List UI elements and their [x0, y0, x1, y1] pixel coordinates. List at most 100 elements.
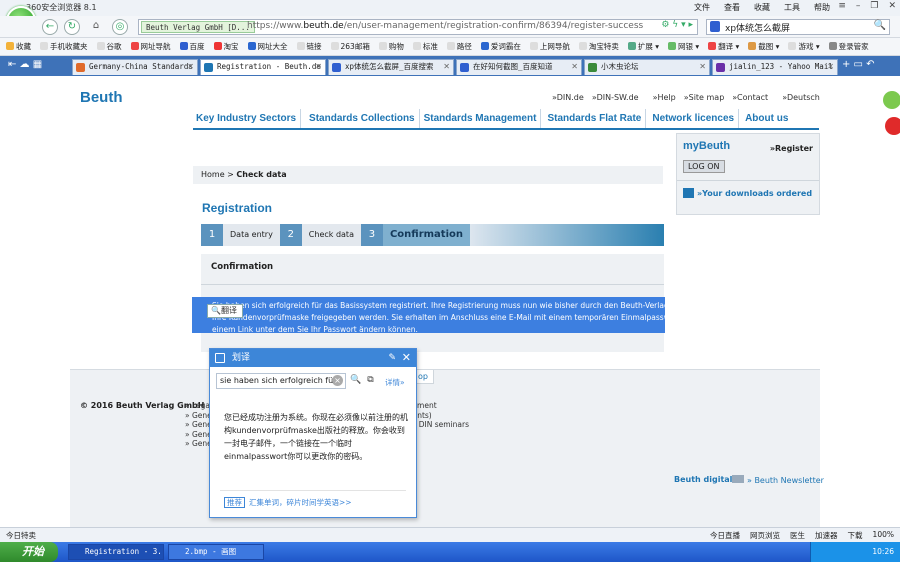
clock: 10:26 [872, 547, 894, 556]
status-deals[interactable]: 今日特卖 [6, 530, 36, 541]
bookmark-item[interactable]: 爱词霸在 [480, 41, 521, 52]
bookmark-item[interactable]: 收藏 [6, 41, 31, 52]
menu-help[interactable]: 帮助 [814, 2, 830, 13]
status-live[interactable]: 今日直播 [710, 530, 740, 541]
minimize-icon[interactable]: – [856, 1, 861, 11]
new-tab-icon[interactable]: + ▭ ↶ [842, 59, 875, 70]
nav-network-licences[interactable]: Network licences [646, 109, 740, 128]
taskbar-item-browser[interactable]: Registration - 3... [68, 544, 164, 560]
breadcrumb-home[interactable]: Home [201, 170, 225, 179]
link-din[interactable]: »DIN.de [552, 93, 584, 102]
translate-button[interactable]: 🔍翻译 [207, 304, 243, 318]
bookmark-item[interactable]: 263邮箱 [330, 41, 370, 52]
close-tab-icon[interactable]: ✕ [187, 60, 194, 74]
link-help[interactable]: »Help [653, 93, 676, 102]
bookmark-item[interactable]: 淘宝 [213, 41, 239, 52]
nav-standards-flat-rate[interactable]: Standards Flat Rate [541, 109, 647, 128]
menu-view[interactable]: 查看 [724, 2, 740, 13]
close-tab-icon[interactable]: ✕ [443, 60, 450, 74]
bookmark-item[interactable]: 游戏 ▾ [788, 41, 820, 52]
menu-favorites[interactable]: 收藏 [754, 2, 770, 13]
restore-icon[interactable]: ❐ [870, 1, 878, 11]
bookmark-item[interactable]: 谷歌 [96, 41, 122, 52]
clear-icon[interactable]: × [332, 375, 343, 386]
nav-key-industry-sectors[interactable]: Key Industry Sectors [193, 109, 302, 128]
status-accelerator[interactable]: 加速器 [815, 530, 838, 541]
bookmark-item[interactable]: 购物 [378, 41, 404, 52]
tab-favicon [716, 63, 725, 72]
log-on-button[interactable]: LOG ON [683, 160, 725, 173]
system-tray: 10:26 [810, 542, 900, 562]
link-contact[interactable]: »Contact [732, 93, 768, 102]
tab-forum[interactable]: 小木虫论坛 ✕ [584, 59, 710, 75]
link-din-sw[interactable]: »DIN-SW.de [592, 93, 639, 102]
bookmark-item[interactable]: 上网导航 [529, 41, 570, 52]
bookmark-item[interactable]: 百度 [179, 41, 205, 52]
link-deutsch[interactable]: »Deutsch [782, 93, 820, 102]
bookmark-item[interactable]: 手机收藏夹 [40, 41, 88, 52]
menu-icon[interactable]: ≡ [838, 1, 846, 11]
taskbar-item-paint[interactable]: 2.bmp - 画图 [168, 544, 264, 560]
search-engine-icon[interactable] [710, 21, 720, 32]
bookmark-item[interactable]: 标准 [412, 41, 438, 52]
bookmark-item[interactable]: 翻译 ▾ [708, 41, 739, 52]
selected-confirmation-text[interactable]: Sie haben sich erfolgreich für das Basis… [192, 297, 665, 333]
refresh-icon[interactable]: ↻ [64, 19, 80, 35]
side-widget[interactable] [880, 80, 900, 150]
bookmark-item[interactable]: 链接 [296, 41, 322, 52]
bookmark-item[interactable]: 网址导航 [130, 41, 171, 52]
translator-input[interactable]: sie haben sich erfolgreich fü × [216, 373, 346, 389]
tab-baidu-zhidao[interactable]: 在好知何截图_百度知道 ✕ [456, 59, 582, 75]
translator-footer[interactable]: 推荐 汇集单词，碎片时间学英语>> [224, 497, 352, 508]
pin-icon[interactable]: ✎ [388, 349, 396, 367]
nav-standards-collections[interactable]: Standards Collections [301, 109, 420, 128]
close-icon[interactable]: ✕ [888, 1, 896, 11]
search-icon[interactable]: 🔍 [350, 375, 361, 385]
url-text: https://www.beuth.de/en/user-management/… [247, 21, 644, 31]
bookmark-item[interactable]: 登录管家 [828, 41, 869, 52]
top-links: »DIN.de »DIN-SW.de »Help »Site map »Cont… [552, 93, 820, 102]
bookmark-item[interactable]: 网银 ▾ [667, 41, 699, 52]
security-icon[interactable]: ◎ [112, 19, 128, 35]
menu-file[interactable]: 文件 [694, 2, 710, 13]
bookmark-item[interactable]: 路径 [446, 41, 472, 52]
address-bar[interactable]: Beuth Verlag GmbH [D... https://www.beut… [138, 19, 698, 35]
close-tab-icon[interactable]: ✕ [827, 60, 834, 74]
taskbar: 开始 Registration - 3... 2.bmp - 画图 10:26 [0, 542, 900, 562]
back-icon[interactable]: ← [42, 19, 58, 35]
status-download[interactable]: 下载 [848, 530, 863, 541]
copy-icon[interactable]: ⧉ [367, 375, 373, 385]
tab-germany-china[interactable]: Germany-China Standards I ✕ [72, 59, 198, 75]
nav-about-us[interactable]: About us [739, 109, 792, 128]
close-tab-icon[interactable]: ✕ [571, 60, 578, 74]
bookmark-item[interactable]: 淘宝特卖 [578, 41, 619, 52]
zoom-level[interactable]: 100% [873, 530, 894, 541]
tab-registration[interactable]: Registration - Beuth.de ✕ [200, 59, 326, 75]
bookmark-item[interactable]: 扩展 ▾ [627, 41, 659, 52]
bolt-icon[interactable]: ⚙ ϟ ▾ ▸ [661, 20, 693, 30]
close-tab-icon[interactable]: ✕ [699, 60, 706, 74]
translator-details-link[interactable]: 详情» [385, 377, 405, 388]
status-doctor[interactable]: 医生 [790, 530, 805, 541]
home-icon[interactable]: ⌂ [88, 19, 104, 35]
downloads-link[interactable]: »Your downloads ordered [683, 188, 812, 198]
menu-tools[interactable]: 工具 [784, 2, 800, 13]
search-icon[interactable]: 🔍 [874, 20, 886, 31]
nav-standards-management[interactable]: Standards Management [420, 109, 542, 128]
status-browse[interactable]: 网页浏览 [750, 530, 780, 541]
search-input[interactable]: xp体统怎么截屏 [725, 21, 790, 34]
beuth-digital-link[interactable]: Beuth digital [674, 475, 732, 484]
close-tab-icon[interactable]: ✕ [315, 60, 322, 74]
link-sitemap[interactable]: »Site map [684, 93, 725, 102]
tab-yahoo-mail[interactable]: jialin_123 - Yahoo Mail ✕ [712, 59, 838, 75]
register-link[interactable]: »Register [770, 144, 813, 153]
newsletter-link[interactable]: » Beuth Newsletter [732, 475, 824, 485]
beuth-logo[interactable]: Beuth [80, 89, 123, 106]
sidebar-toggle-icon[interactable]: ⇤ ☁ ▦ [8, 59, 42, 70]
close-icon[interactable]: ✕ [402, 349, 411, 367]
bookmark-item[interactable]: 网址大全 [247, 41, 288, 52]
bookmark-item[interactable]: 截图 ▾ [748, 41, 779, 52]
search-box[interactable]: xp体统怎么截屏 🔍 [706, 19, 890, 35]
tab-baidu-search[interactable]: xp体统怎么截屏_百度搜索 ✕ [328, 59, 454, 75]
start-button[interactable]: 开始 [0, 542, 58, 562]
